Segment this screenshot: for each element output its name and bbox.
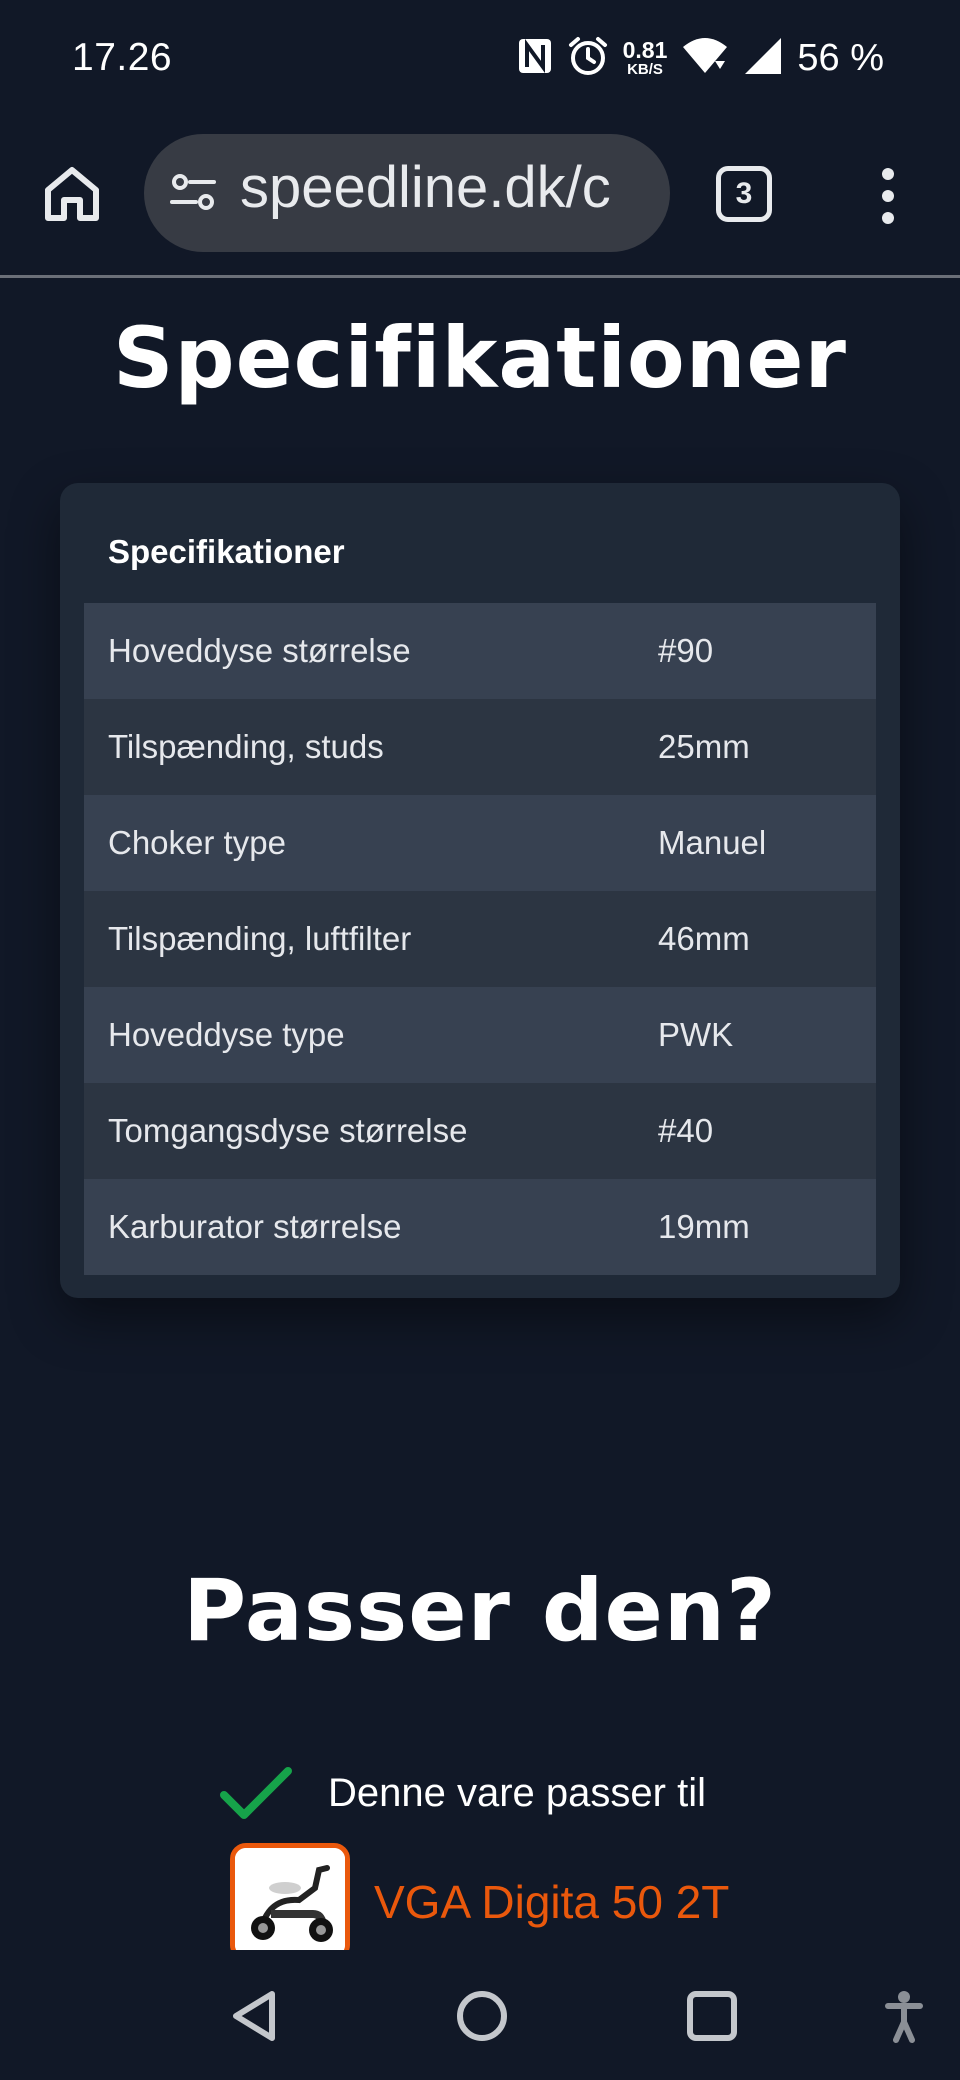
table-row: Tilspænding, luftfilter 46mm (84, 891, 876, 987)
back-triangle-icon (233, 1991, 275, 2041)
spec-label: Hoveddyse størrelse (108, 632, 411, 669)
status-bar: 17.26 0.81 KB/S 56 % (0, 0, 960, 116)
network-speed: 0.81 KB/S (622, 37, 668, 78)
fit-heading: Passer den? (183, 1561, 777, 1661)
spec-label: Tilspænding, luftfilter (108, 920, 412, 957)
spec-value: #90 (658, 632, 714, 669)
specifications-card: Specifikationer Hoveddyse størrelse #90 … (60, 483, 900, 1298)
nfc-icon (517, 37, 553, 80)
fit-confirmation: Denne vare passer til (220, 1761, 706, 1825)
status-icons: 0.81 KB/S 56 % (517, 30, 884, 86)
browser-toolbar: speedline.dk/c 3 (0, 116, 960, 278)
recents-square-icon (687, 1991, 737, 2041)
scooter-icon (235, 1848, 345, 1950)
accessibility-icon (885, 1991, 923, 2043)
home-nav-button[interactable] (454, 1988, 510, 2049)
specifications-card-title: Specifikationer (108, 533, 345, 570)
spec-label: Choker type (108, 824, 286, 861)
back-button[interactable] (228, 1988, 280, 2049)
accessibility-button[interactable] (884, 1988, 924, 2049)
home-icon (45, 167, 99, 221)
spec-value: #40 (658, 1112, 714, 1149)
spec-value: 19mm (658, 1208, 750, 1245)
specifications-table: Hoveddyse størrelse #90 Tilspænding, stu… (84, 603, 876, 1275)
spec-value: Manuel (658, 824, 767, 861)
wifi-icon (681, 37, 729, 80)
tab-switcher-button[interactable]: 3 (716, 166, 772, 222)
table-row: Tomgangsdyse størrelse #40 (84, 1083, 876, 1179)
url-text: speedline.dk/c (240, 155, 611, 220)
table-row: Hoveddyse type PWK (84, 987, 876, 1083)
page-content: Specifikationer Specifikationer Hoveddys… (0, 281, 960, 1950)
network-speed-value: 0.81 (622, 37, 668, 63)
recents-button[interactable] (686, 1988, 738, 2049)
table-row: Karburator størrelse 19mm (84, 1179, 876, 1275)
vehicle-name[interactable]: VGA Digita 50 2T (374, 1875, 729, 1929)
table-row: Tilspænding, studs 25mm (84, 699, 876, 795)
spec-label: Karburator størrelse (108, 1208, 402, 1245)
vehicle-link[interactable]: VGA Digita 50 2T (230, 1837, 729, 1950)
signal-icon (743, 36, 783, 81)
site-settings-icon[interactable] (168, 168, 218, 218)
fit-text: Denne vare passer til (328, 1770, 706, 1815)
spec-value: 46mm (658, 920, 750, 957)
more-vert-icon (882, 168, 894, 224)
spec-label: Tilspænding, studs (108, 728, 384, 765)
address-bar[interactable]: speedline.dk/c (144, 134, 670, 252)
system-navigation-bar (0, 1950, 960, 2080)
checkmark-icon (220, 1765, 292, 1821)
spec-label: Tomgangsdyse størrelse (108, 1112, 468, 1149)
home-circle-icon (457, 1991, 507, 2041)
specifications-heading: Specifikationer (113, 309, 847, 407)
network-speed-unit: KB/S (627, 61, 663, 78)
more-menu-button[interactable] (870, 164, 906, 228)
status-time: 17.26 (72, 36, 173, 79)
battery-percentage: 56 % (797, 36, 884, 79)
table-row: Choker type Manuel (84, 795, 876, 891)
spec-value: 25mm (658, 728, 750, 765)
vehicle-thumbnail[interactable] (230, 1843, 350, 1950)
spec-label: Hoveddyse type (108, 1016, 345, 1053)
home-button[interactable] (40, 162, 104, 226)
spec-value: PWK (658, 1016, 734, 1053)
table-row: Hoveddyse størrelse #90 (84, 603, 876, 699)
alarm-icon (567, 35, 609, 82)
